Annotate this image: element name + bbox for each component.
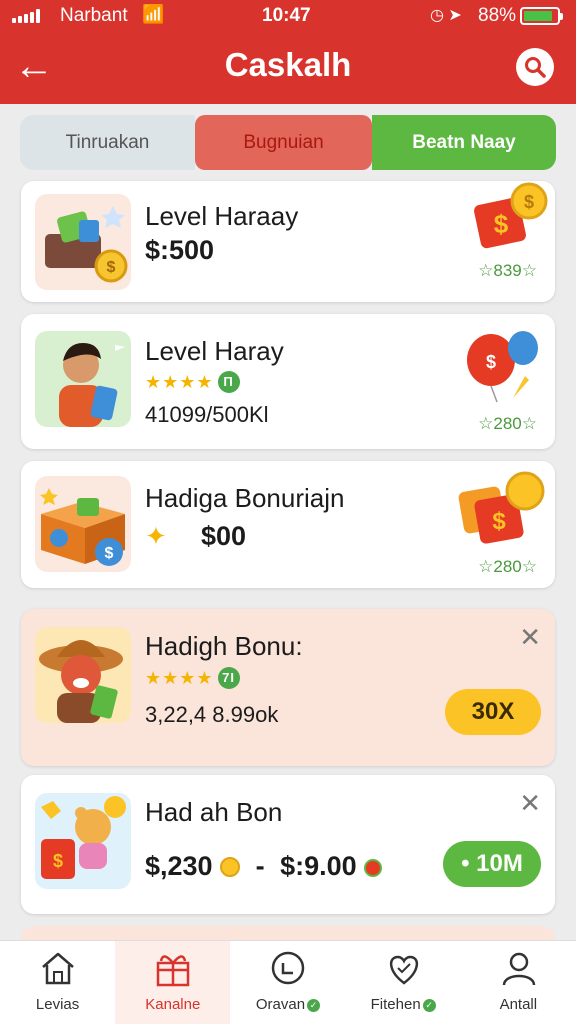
status-time: 10:47	[262, 5, 311, 26]
card-title: Hadigh Bonu:	[145, 631, 303, 661]
reward-meta: ☆280☆	[478, 414, 537, 433]
reward-meta: ☆839☆	[478, 261, 537, 280]
balloons-icon: $	[461, 326, 541, 404]
amount-separator: -	[255, 851, 265, 881]
verified-check-icon: ✓	[307, 999, 321, 1012]
nav-label-text: Fitehen	[370, 996, 421, 1013]
nav-label: Levias	[35, 996, 80, 1013]
reward-card[interactable]: $ Had ah Bon $,230 - $:9.00 ✕ • 10M	[21, 775, 555, 914]
bottom-nav: Levias Kanalne Oravan ✓ Fitehen ✓ Antall	[0, 940, 576, 1024]
card-amount: $00	[201, 521, 247, 551]
card-title: Level Haraay	[145, 201, 299, 231]
red-envelope-coin-icon: $ $	[471, 181, 551, 251]
reward-card[interactable]: $ Hadiga Bonuriajn ✦ $00 $ ☆280☆	[21, 461, 555, 588]
battery-percent: 88%	[478, 5, 517, 26]
sparkle-star-icon: ✦	[145, 521, 167, 551]
alarm-icon: ◷ ➤	[430, 7, 462, 24]
carrier-name: Narbant	[60, 5, 128, 26]
page-title: Caskalh	[224, 46, 352, 83]
star-icons: ★★★★	[145, 668, 214, 688]
battery-level	[524, 11, 553, 21]
nav-item-profile[interactable]: Antall	[461, 941, 576, 1024]
reward-meta: ☆280☆	[478, 557, 537, 576]
card-amount-range: $,230 - $:9.00	[145, 851, 383, 882]
verified-check-icon: ✓	[422, 999, 436, 1012]
reward-card[interactable]: $ Level Haraay $:500 $ $ ☆839☆	[21, 181, 555, 302]
wallet-coins-icon: $	[35, 194, 131, 290]
star-icons: ★★★★	[145, 372, 214, 392]
gem-icon	[364, 859, 383, 877]
star-rating: ★★★★ 7I	[145, 667, 240, 689]
close-icon[interactable]: ✕	[519, 790, 541, 816]
nav-item-home[interactable]: Levias	[0, 941, 115, 1024]
profile-icon	[502, 952, 535, 986]
tab-2[interactable]: Bugnuian	[195, 115, 372, 170]
amount-to: $:9.00	[280, 851, 357, 881]
boy-phone-icon	[35, 331, 131, 427]
svg-text:$: $	[492, 508, 506, 535]
svg-text:$: $	[107, 259, 116, 276]
reward-card[interactable]: Hadigh Bonu: ★★★★ 7I 3,22,4 8.99ok ✕ 30X	[21, 609, 555, 766]
chat-icon	[272, 951, 305, 985]
app-header: Narbant 📶 10:47 ◷ ➤ 88% ← Caskalh	[0, 0, 576, 104]
nav-item-chat[interactable]: Oravan ✓	[230, 941, 345, 1024]
nav-item-heart[interactable]: Fitehen ✓	[346, 941, 461, 1024]
card-title: Hadiga Bonuriajn	[145, 483, 345, 513]
card-title: Level Haray	[145, 336, 284, 366]
character-money-icon	[35, 627, 131, 723]
bear-shopping-icon: $	[35, 793, 131, 889]
tab-1[interactable]: Tinruakan	[20, 115, 195, 170]
wifi-icon: 📶	[142, 4, 165, 24]
nav-label: Fitehen ✓	[346, 996, 461, 1013]
nav-label: Oravan ✓	[230, 996, 345, 1013]
amount-from: $,230	[145, 851, 213, 881]
search-button[interactable]	[516, 48, 554, 86]
svg-text:$: $	[494, 209, 509, 239]
status-bar: Narbant 📶 10:47 ◷ ➤ 88%	[0, 0, 576, 32]
reward-card[interactable]: Level Haray ★★★★ Π 41099/500Kl $ ☆280☆	[21, 314, 555, 449]
home-icon	[42, 952, 74, 985]
svg-text:$: $	[105, 545, 114, 562]
gift-icon	[156, 955, 190, 987]
card-amount: $:500	[145, 235, 215, 265]
rating-badge: Π	[217, 371, 240, 393]
card-progress: 3,22,4 8.99ok	[145, 702, 279, 727]
claim-button[interactable]: • 10M	[443, 841, 541, 887]
star-rating: ★★★★ Π	[145, 371, 240, 393]
nav-label: Antall	[499, 996, 538, 1013]
claim-button[interactable]: 30X	[445, 689, 541, 735]
card-progress: 41099/500Kl	[145, 402, 269, 427]
red-envelope-coin-icon: $	[457, 467, 547, 547]
nav-item-gift[interactable]: Kanalne	[115, 941, 231, 1024]
nav-label-text: Oravan	[255, 996, 306, 1013]
gift-box-icon: $	[35, 476, 131, 572]
svg-text:$: $	[53, 851, 63, 871]
card-title: Had ah Bon	[145, 797, 283, 827]
rating-badge: 7I	[217, 667, 240, 689]
nav-label: Kanalne	[145, 996, 201, 1013]
search-icon	[525, 57, 546, 78]
svg-text:$: $	[524, 192, 534, 212]
heart-icon	[389, 955, 418, 985]
signal-icon	[12, 9, 40, 23]
svg-text:$: $	[486, 352, 496, 372]
coin-icon	[220, 857, 241, 877]
battery-icon	[520, 7, 563, 25]
tab-3[interactable]: Beatn Naay	[372, 115, 556, 170]
close-icon[interactable]: ✕	[519, 624, 541, 650]
filter-tabs: Tinruakan Bugnuian Beatn Naay	[20, 115, 556, 170]
